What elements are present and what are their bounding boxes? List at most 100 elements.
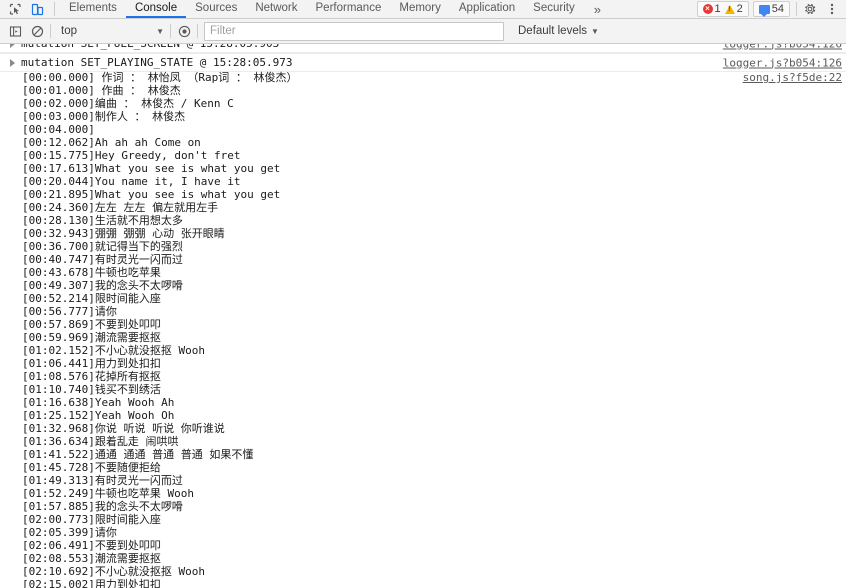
tab-memory-label: Memory	[399, 2, 441, 14]
message-count-item[interactable]: 54	[757, 3, 786, 17]
console-message-text: [00:03.000]制作人 ： 林俊杰	[22, 110, 186, 123]
execution-context-select[interactable]: top ▼	[55, 21, 168, 41]
tab-memory[interactable]: Memory	[390, 0, 450, 18]
toolbar-divider	[54, 2, 55, 16]
tab-sources[interactable]: Sources	[186, 0, 246, 18]
gear-glyph	[805, 4, 816, 15]
chevron-down-icon: ▼	[156, 26, 164, 36]
log-levels-select[interactable]: Default levels ▼	[514, 21, 603, 41]
tab-sources-label: Sources	[195, 2, 238, 14]
log-levels-label: Default levels	[518, 25, 588, 37]
console-message-text: [00:49.307]我的念头不太啰嗗	[22, 279, 183, 292]
console-toolbar-divider-1	[50, 24, 51, 38]
issue-counts-badge[interactable]: × 1 2	[696, 1, 749, 17]
message-count-badge[interactable]: 54	[752, 1, 790, 17]
devtools-left-icons	[0, 0, 52, 18]
execution-context-value: top	[61, 25, 77, 37]
console-log-row: [02:15.002]用力到处扣扣	[0, 579, 846, 588]
console-message-text: [00:28.130]生活就不用想太多	[22, 214, 183, 227]
eye-glyph	[178, 25, 190, 37]
console-message-text: [01:06.441]用力到处扣扣	[22, 357, 161, 370]
source-location-link[interactable]: logger.js?b054:126	[723, 44, 842, 52]
more-tabs-icon[interactable]: »	[584, 0, 611, 18]
console-message-text: [01:36.634]跟着乱走 闹哄哄	[22, 435, 179, 448]
console-message-text: [00:24.360]左左 左左 偏左就用左手	[22, 201, 219, 214]
more-tabs-label: »	[593, 1, 601, 17]
console-message-text: [00:12.062]Ah ah ah Come on	[22, 136, 201, 149]
warning-count-item[interactable]: 2	[723, 3, 745, 15]
expand-arrow-icon[interactable]	[10, 58, 15, 67]
tab-network[interactable]: Network	[246, 0, 306, 18]
console-sidebar-glyph	[9, 25, 21, 37]
console-group-row[interactable]: mutation SET_PLAYING_STATE @ 15:28:05.97…	[0, 53, 846, 72]
console-log-row: [00:03.000]制作人 ： 林俊杰	[0, 111, 846, 124]
console-message-text: [00:36.700]就记得当下的强烈	[22, 240, 183, 253]
clear-console-icon[interactable]	[26, 21, 48, 41]
device-toolbar-icon[interactable]	[26, 0, 48, 18]
tab-security[interactable]: Security	[524, 0, 584, 18]
console-message-text: [02:00.773]限时间能入座	[22, 513, 161, 526]
console-message-text: [01:32.968]你说 听说 听说 你听谁说	[22, 422, 225, 435]
error-count-item[interactable]: × 1	[701, 3, 723, 15]
console-message-text: [00:43.678]牛顿也吃苹果	[22, 266, 161, 279]
console-message-text: [00:00.000] 作词 ： 林怡凤 （Rap词 ： 林俊杰）	[22, 71, 298, 84]
console-message-text: [01:02.152]不小心就没抠抠 Wooh	[22, 344, 205, 357]
console-message-text: [01:16.638]Yeah Wooh Ah	[22, 396, 175, 409]
console-message-text: [02:15.002]用力到处扣扣	[22, 578, 161, 588]
tab-console[interactable]: Console	[125, 0, 187, 18]
message-count-label: 54	[771, 3, 784, 15]
console-message-text: [01:25.152]Yeah Wooh Oh	[22, 409, 175, 422]
console-message-text: [00:56.777]请你	[22, 305, 117, 318]
console-message-text: [00:17.613]What you see is what you get	[22, 162, 281, 175]
console-message-text: [02:08.553]潮流需要抠抠	[22, 552, 161, 565]
console-message-text: [00:57.869]不要到处叩叩	[22, 318, 161, 331]
source-location-link[interactable]: logger.js?b054:126	[723, 54, 842, 71]
console-message-text: [01:08.576]花掉所有抠抠	[22, 370, 161, 383]
tab-elements[interactable]: Elements	[60, 0, 126, 18]
devtools-right-icons: × 1 2 54	[696, 0, 846, 18]
console-message-text: [00:02.000]编曲 ： 林俊杰 / Kenn C	[22, 97, 234, 110]
chevron-down-icon-levels: ▼	[591, 26, 599, 36]
tab-network-label: Network	[255, 2, 298, 14]
warning-count-label: 2	[736, 3, 743, 15]
console-log-row: [02:00.773]限时间能入座	[0, 514, 846, 527]
console-message-text: mutation SET_FULL_SCREEN @ 15:28:05.903	[21, 44, 279, 50]
console-message-text: [01:49.313]有时灵光一闪而过	[22, 474, 183, 487]
more-vertical-icon[interactable]	[821, 0, 843, 18]
console-message-text: [01:57.885]我的念头不太啰嗗	[22, 500, 183, 513]
console-sidebar-icon[interactable]	[4, 21, 26, 41]
console-message-text: [00:01.000] 作曲 ： 林俊杰	[22, 84, 181, 97]
message-bubble-icon	[758, 4, 770, 17]
console-toolbar-divider-3	[197, 24, 198, 38]
source-location-link[interactable]: song.js?f5de:22	[743, 72, 842, 84]
console-message-text: [02:10.692]不小心就没抠抠 Wooh	[22, 565, 205, 578]
toolbar-divider-right	[796, 2, 797, 16]
console-message-text: [00:59.969]潮流需要抠抠	[22, 331, 161, 344]
expand-arrow-icon[interactable]	[10, 44, 15, 48]
tab-performance-label: Performance	[315, 2, 382, 14]
console-group-row[interactable]: mutation SET_FULL_SCREEN @ 15:28:05.903 l…	[0, 44, 846, 53]
tab-security-label: Security	[533, 2, 575, 14]
live-expression-eye-icon[interactable]	[173, 21, 195, 41]
tab-application[interactable]: Application	[450, 0, 524, 18]
console-message-list[interactable]: mutation SET_FULL_SCREEN @ 15:28:05.903 l…	[0, 44, 846, 588]
inspect-element-icon[interactable]	[4, 0, 26, 18]
console-message-text: [00:15.775]Hey Greedy, don't fret	[22, 149, 241, 162]
console-message-text: [00:52.214]限时间能入座	[22, 292, 161, 305]
console-message-container: mutation SET_FULL_SCREEN @ 15:28:05.903 l…	[0, 44, 846, 588]
console-message-text: mutation SET_PLAYING_STATE @ 15:28:05.97…	[21, 56, 293, 69]
tab-application-label: Application	[458, 2, 516, 14]
console-message-text: [02:05.399]请你	[22, 526, 117, 539]
console-message-text: [00:40.747]有时灵光一闪而过	[22, 253, 183, 266]
filter-input[interactable]	[204, 21, 504, 41]
tab-elements-label: Elements	[69, 2, 117, 14]
console-message-text: [01:41.522]通通 通通 普通 普通 如果不懂	[22, 448, 254, 461]
console-message-text: [00:21.895]What you see is what you get	[22, 188, 281, 201]
warning-icon	[724, 4, 735, 14]
console-message-text: [00:20.044]You name it, I have it	[22, 175, 241, 188]
console-message-text: [02:06.491]不要到处叩叩	[22, 539, 161, 552]
tab-performance[interactable]: Performance	[307, 0, 391, 18]
gear-icon[interactable]	[799, 0, 821, 18]
device-toolbar-glyph	[31, 3, 43, 15]
console-log-row: [00:52.214]限时间能入座	[0, 293, 846, 306]
